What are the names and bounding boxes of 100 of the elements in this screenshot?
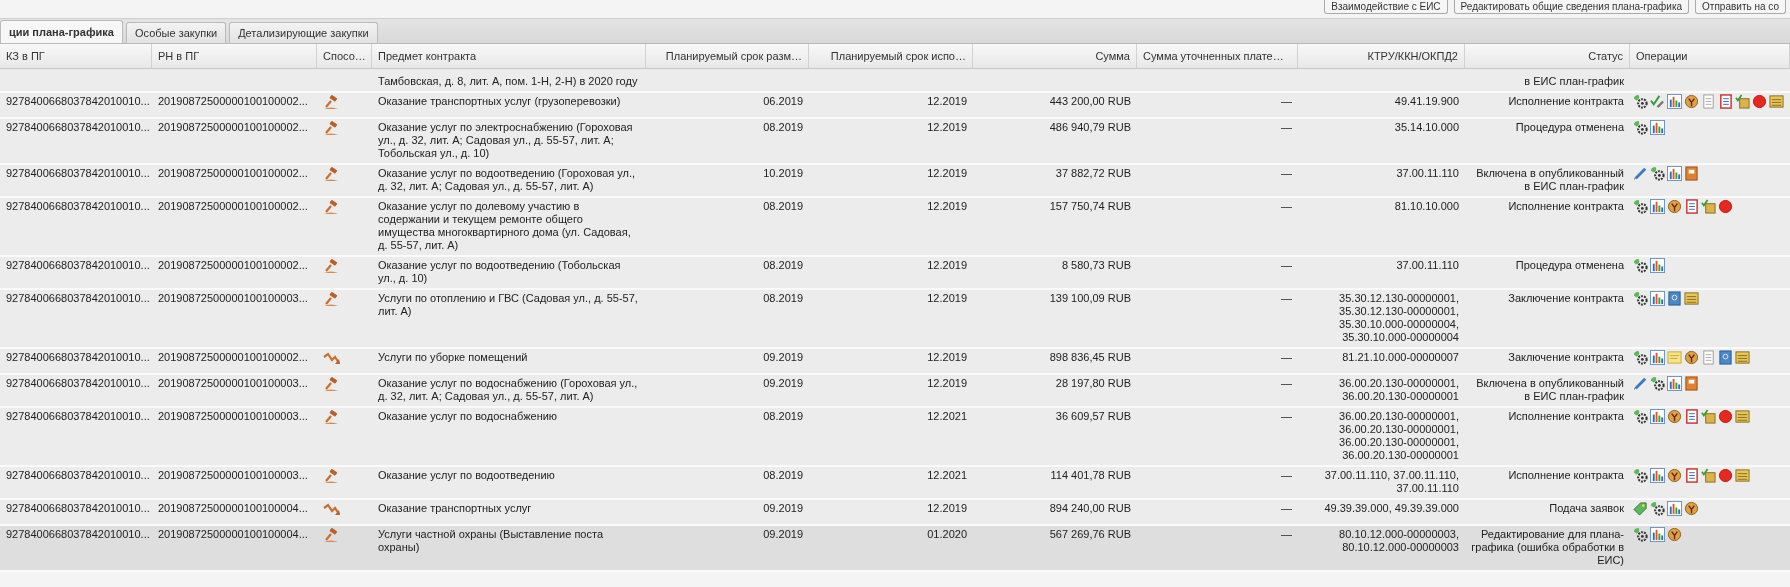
table-row[interactable]: 9278400668037842010010... 20190872500000100100002... Оказание услуг по водоотведению (Тобольская ул., д. 10) 08.2019 12.2019 8 580,73 RUB — 37.00.11.110 Процедура отменена: [0, 257, 1790, 290]
column-header[interactable]: Сумма уточненных плате…: [1137, 44, 1298, 68]
bar-chart-icon[interactable]: [1667, 376, 1682, 391]
gear-icon[interactable]: [1650, 501, 1665, 516]
emblem-icon[interactable]: [1684, 350, 1699, 365]
table-row[interactable]: [0, 198, 1790, 257]
bar-chart-icon[interactable]: [1650, 468, 1665, 483]
gear-icon[interactable]: [1633, 199, 1648, 214]
column-header[interactable]: КТРУ/ККН/ОКПД2: [1298, 44, 1465, 68]
circle-icon[interactable]: [1718, 409, 1733, 424]
bar-chart-icon[interactable]: [1650, 120, 1665, 135]
pencil-icon[interactable]: [1633, 166, 1648, 181]
table-row[interactable]: 9278400668037842010010... 20190872500000100100002... Оказание транспортных услуг (грузоперевозки) 06.2019 12.2019 443 200,00 RUB — 49.41.19.900 Исполнение контракта: [0, 93, 1790, 119]
table-cell: Исполнение контракта: [1508, 95, 1624, 108]
emblem-icon[interactable]: [1667, 527, 1682, 542]
gear-icon[interactable]: [1633, 120, 1648, 135]
emblem-icon[interactable]: [1684, 501, 1699, 516]
gear-icon[interactable]: [1633, 350, 1648, 365]
gear-icon[interactable]: [1633, 409, 1648, 424]
toolbar-button[interactable]: Отправить на со: [1695, 0, 1786, 14]
column-header[interactable]: Спосо…: [317, 44, 372, 68]
bar-chart-icon[interactable]: [1650, 350, 1665, 365]
circle-icon[interactable]: [1718, 199, 1733, 214]
toolbar-button[interactable]: Взаимодействие с ЕИС: [1324, 0, 1448, 14]
tab[interactable]: Особые закупки: [125, 22, 227, 43]
table-row[interactable]: [0, 526, 1790, 572]
bar-chart-icon[interactable]: [1650, 527, 1665, 542]
column-header[interactable]: Предмет контракта: [372, 44, 646, 68]
table-cell: —: [1281, 351, 1292, 364]
bar-chart-icon[interactable]: [1667, 94, 1682, 109]
emblem-icon[interactable]: [1667, 468, 1682, 483]
circle-icon[interactable]: [1752, 94, 1767, 109]
bar-chart-icon[interactable]: [1667, 166, 1682, 181]
table-row[interactable]: [0, 165, 1790, 198]
column-header[interactable]: Статус: [1465, 44, 1630, 68]
table-cell: 486 940,79 RUB: [1049, 121, 1131, 134]
table-cell: —: [1281, 528, 1292, 541]
scroll-check-icon[interactable]: [1701, 199, 1716, 214]
table-cell: 12.2019: [927, 502, 967, 515]
page-icon[interactable]: [1667, 291, 1682, 306]
column-header[interactable]: Планируемый срок разм…: [646, 44, 809, 68]
bar-chart-icon[interactable]: [1650, 409, 1665, 424]
table-cell: 08.2019: [763, 121, 803, 134]
pencil-icon[interactable]: [1633, 376, 1648, 391]
table-row[interactable]: 9278400668037842010010... 20190872500000100100003... Оказание услуг по водоотведению 08.2019 12.2021 114 401,78 RUB — 37.00.11.110, 37.00.11.110, 37.00.11.110 Исполнение контракта: [0, 467, 1790, 500]
scroll-check-icon[interactable]: [1735, 94, 1750, 109]
table-row[interactable]: [0, 375, 1790, 408]
gear-icon[interactable]: [1633, 468, 1648, 483]
bar-chart-icon[interactable]: [1650, 258, 1665, 273]
zigzag-arrow-icon: [323, 502, 341, 518]
emblem-icon[interactable]: [1684, 94, 1699, 109]
table-row[interactable]: 9278400668037842010010... 20190872500000100100004... Оказание транспортных услуг 09.2019 12.2019 894 240,00 RUB — 49.39.39.000, 49.39.39.000 Подача заявок: [0, 500, 1790, 526]
table-row[interactable]: 9278400668037842010010... 20190872500000100100002... Услуги по уборке помещений 09.2019 12.2019 898 836,45 RUB — 81.21.10.000-00000007 Заключение контракта: [0, 349, 1790, 375]
scroll-icon[interactable]: [1735, 409, 1750, 424]
notebook-icon[interactable]: [1684, 199, 1699, 214]
gear-icon[interactable]: [1633, 291, 1648, 306]
table-cell: 20190872500000100100004...: [158, 528, 308, 541]
scroll-check-icon[interactable]: [1701, 468, 1716, 483]
table-row[interactable]: [0, 408, 1790, 467]
circle-icon[interactable]: [1718, 468, 1733, 483]
emblem-icon[interactable]: [1667, 409, 1682, 424]
scroll-icon[interactable]: [1735, 350, 1750, 365]
table-cell: 567 269,76 RUB: [1049, 528, 1131, 541]
column-header[interactable]: КЗ в ПГ: [0, 44, 152, 68]
gear-icon[interactable]: [1650, 166, 1665, 181]
bar-chart-icon[interactable]: [1650, 291, 1665, 306]
notebook-icon[interactable]: [1684, 409, 1699, 424]
gear-icon[interactable]: [1650, 376, 1665, 391]
column-header[interactable]: Планируемый срок испо…: [809, 44, 973, 68]
gear-icon[interactable]: [1633, 94, 1648, 109]
book-icon[interactable]: [1684, 376, 1699, 391]
table-cell: 28 197,80 RUB: [1055, 377, 1131, 390]
column-header[interactable]: Сумма: [973, 44, 1137, 68]
emblem-icon[interactable]: [1667, 199, 1682, 214]
book-icon[interactable]: [1684, 166, 1699, 181]
table-cell-text: Тамбовская, д. 8, лит. А, пом. 1-Н, 2-Н) в 2020 году: [377, 74, 639, 89]
notebook-icon[interactable]: [1684, 468, 1699, 483]
notebook-icon[interactable]: [1718, 94, 1733, 109]
scroll-icon[interactable]: [1735, 468, 1750, 483]
bar-chart-icon[interactable]: [1650, 199, 1665, 214]
table-cell-text: Услуги частной охраны (Выставление поста охраны): [378, 528, 604, 554]
toolbar-button[interactable]: Редактировать общие сведения плана-графика: [1453, 0, 1690, 14]
tab[interactable]: ции плана-графика: [0, 20, 123, 43]
scroll-icon[interactable]: [1769, 94, 1784, 109]
tab[interactable]: Детализирующие закупки: [229, 22, 378, 43]
page-icon[interactable]: [1718, 350, 1733, 365]
table-cell: —: [1281, 502, 1292, 515]
table-cell-text: Услуги по отоплению и ГВС (Садовая ул., д. 55-57, лит. А): [378, 292, 639, 318]
gear-icon[interactable]: [1633, 258, 1648, 273]
column-header[interactable]: Операции: [1630, 44, 1790, 68]
scroll-icon[interactable]: [1684, 291, 1699, 306]
check-pencil-icon[interactable]: [1650, 94, 1665, 109]
gear-icon[interactable]: [1633, 527, 1648, 542]
column-header[interactable]: РН в ПГ: [152, 44, 317, 68]
table-row[interactable]: [0, 290, 1790, 349]
bar-chart-icon[interactable]: [1667, 501, 1682, 516]
table-row[interactable]: [0, 119, 1790, 165]
scroll-check-icon[interactable]: [1701, 409, 1716, 424]
table-cell: —: [1281, 292, 1292, 305]
table-cell: 49.41.19.900: [1394, 95, 1459, 108]
